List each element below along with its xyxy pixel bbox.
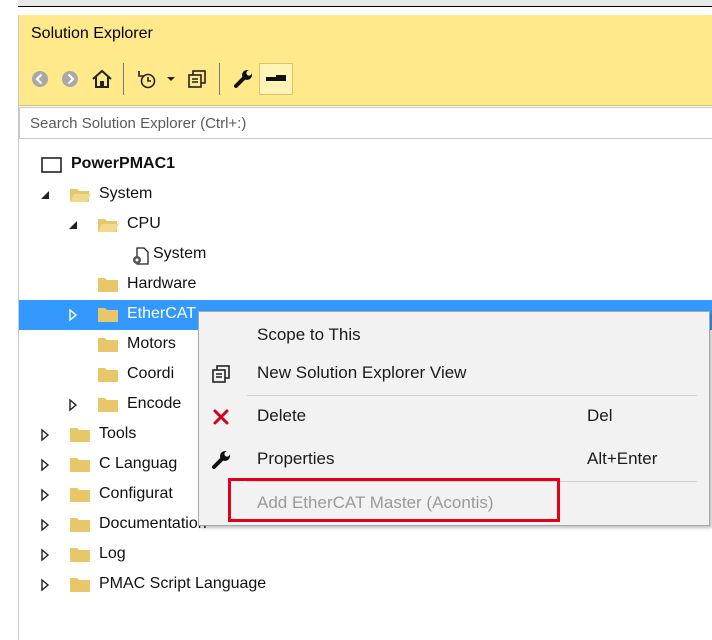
tree-item-label: Hardware (127, 275, 197, 292)
home-icon (92, 69, 112, 88)
expanded-arrow-icon[interactable] (67, 218, 79, 232)
collapsed-arrow-icon[interactable] (39, 458, 51, 472)
menu-item-shortcut: Del (587, 406, 613, 425)
tree-item-label: PMAC Script Language (99, 575, 267, 592)
collapsed-arrow-icon[interactable] (39, 578, 51, 592)
window-top-border (0, 0, 712, 7)
menu-item-properties[interactable]: Properties Alt+Enter (199, 440, 709, 478)
folder-icon (98, 368, 118, 382)
menu-item-shortcut: Alt+Enter (587, 449, 658, 468)
forward-button[interactable] (57, 65, 83, 93)
expanded-arrow-icon[interactable] (39, 188, 51, 202)
collapsed-arrow-icon[interactable] (67, 308, 79, 322)
open-folder-icon (98, 219, 119, 232)
tree-item-label: Coordi (127, 365, 175, 382)
menu-item-new-solution-explorer-view[interactable]: New Solution Explorer View (199, 354, 709, 392)
pending-changes-button[interactable] (133, 65, 161, 93)
tree-item-label: C Languag (99, 455, 178, 472)
dropdown-icon (167, 77, 175, 81)
pending-changes-icon (138, 71, 156, 89)
panel-title-bar[interactable]: Solution Explorer (19, 15, 712, 53)
config-file-icon (133, 247, 149, 265)
tree-item-label: Documentation (99, 515, 207, 532)
delete-x-icon (209, 405, 233, 429)
tree-item-label: Encode (127, 395, 182, 412)
home-button[interactable] (87, 65, 117, 93)
collapsed-arrow-icon[interactable] (39, 428, 51, 442)
toolbar-separator (123, 63, 124, 95)
new-view-icon (209, 362, 233, 386)
menu-item-delete[interactable]: Delete Del (199, 397, 709, 435)
tree-item-label: Tools (99, 425, 137, 442)
folder-icon (70, 458, 90, 472)
collapsed-arrow-icon[interactable] (67, 398, 79, 412)
menu-separator (247, 395, 697, 396)
tree-item-label: System (99, 185, 153, 202)
collapsed-arrow-icon[interactable] (39, 518, 51, 532)
folder-icon (70, 488, 90, 502)
tree-item-cpu[interactable]: CPU (19, 210, 712, 240)
search-box (19, 107, 712, 139)
tree-item-label: Motors (127, 335, 176, 352)
tree-item-label: EtherCAT (127, 305, 197, 322)
preview-selected-button[interactable] (259, 63, 293, 95)
tree-item-hardware[interactable]: Hardware (19, 270, 712, 300)
forward-icon (62, 71, 78, 87)
folder-icon (98, 398, 118, 412)
panel-title: Solution Explorer (31, 25, 153, 42)
tree-item-system-file[interactable]: System (19, 240, 712, 270)
menu-item-label: Delete (257, 406, 307, 425)
collapsed-arrow-icon[interactable] (39, 488, 51, 502)
left-margin (0, 0, 18, 640)
search-input[interactable] (20, 108, 692, 138)
new-view-icon (188, 70, 206, 88)
tree-item-label: CPU (127, 215, 161, 232)
pending-changes-dropdown[interactable] (163, 65, 179, 93)
solution-explorer-toolbar (19, 53, 712, 106)
tree-item-powerpmac1[interactable]: PowerPMAC1 (19, 150, 712, 180)
wrench-icon (209, 448, 233, 472)
tree-item-system[interactable]: System (19, 180, 712, 210)
menu-item-label: Scope to This (257, 325, 361, 344)
menu-item-label: Properties (257, 449, 335, 468)
back-icon (32, 71, 48, 87)
tree-item-log[interactable]: Log (19, 540, 712, 570)
folder-icon (70, 518, 90, 532)
properties-wrench-icon (234, 70, 252, 88)
tree-item-label: System (153, 245, 207, 262)
folder-icon (98, 338, 118, 352)
folder-icon (70, 578, 90, 592)
app-frame: Solution Explorer Search Solution Explor… (0, 0, 712, 640)
tree-item-label: Log (99, 545, 126, 562)
red-highlight-annotation (228, 478, 560, 522)
folder-icon (70, 548, 90, 562)
solution-icon (41, 157, 62, 173)
tree-item-label: PowerPMAC1 (71, 155, 176, 172)
collapsed-arrow-icon[interactable] (39, 548, 51, 562)
toolbar-separator (219, 63, 220, 95)
properties-button[interactable] (229, 65, 257, 93)
new-view-button[interactable] (183, 65, 211, 93)
menu-item-scope-to-this[interactable]: Scope to This (199, 316, 709, 354)
back-button[interactable] (27, 65, 53, 93)
folder-icon (98, 278, 118, 292)
preview-selected-icon (266, 75, 286, 81)
open-folder-icon (70, 189, 91, 202)
folder-icon (70, 428, 90, 442)
tree-item-label: Configurat (99, 485, 173, 502)
folder-icon (98, 308, 118, 322)
menu-item-label: New Solution Explorer View (257, 363, 467, 382)
tree-item-pmac-script-language[interactable]: PMAC Script Language (19, 570, 712, 600)
